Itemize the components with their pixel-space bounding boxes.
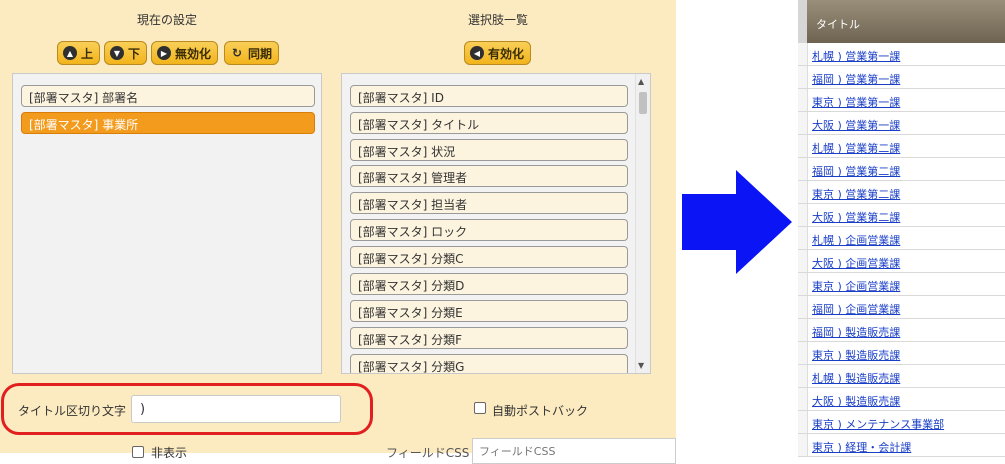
table-row: 東京 ) 製造販売課 <box>798 342 1005 365</box>
chevron-down-icon: ▼ <box>110 46 124 60</box>
highlight-outline <box>1 383 373 435</box>
auto-postback-label: 自動ポストバック <box>492 404 589 418</box>
table-row: 福岡 ) 営業第一課 <box>798 66 1005 89</box>
table-row: 東京 ) 営業第二課 <box>798 181 1005 204</box>
grid-header[interactable]: タイトル <box>798 0 1005 43</box>
row-link[interactable]: 大阪 ) 営業第一課 <box>812 117 900 133</box>
chevron-right-icon: ▶ <box>157 46 171 60</box>
choices-scrollbar[interactable]: ▲ ▼ <box>635 74 650 373</box>
current-item-busho-name[interactable]: [部署マスタ] 部署名 <box>21 85 315 107</box>
row-link[interactable]: 東京 ) 営業第二課 <box>812 186 900 202</box>
choice-item[interactable]: [部署マスタ] 分類C <box>350 246 628 268</box>
row-stub <box>798 388 808 410</box>
scroll-up-icon[interactable]: ▲ <box>638 77 644 86</box>
table-row: 福岡 ) 製造販売課 <box>798 319 1005 342</box>
row-link[interactable]: 札幌 ) 製造販売課 <box>812 370 900 386</box>
scroll-down-icon[interactable]: ▼ <box>638 361 644 370</box>
grid-header-stub <box>798 0 807 43</box>
row-stub <box>798 411 808 433</box>
table-row: 札幌 ) 営業第二課 <box>798 135 1005 158</box>
choice-item[interactable]: [部署マスタ] ロック <box>350 219 628 241</box>
table-row: 札幌 ) 製造販売課 <box>798 365 1005 388</box>
up-button[interactable]: ▲ 上 <box>57 41 101 65</box>
choice-item[interactable]: [部署マスタ] 分類D <box>350 273 628 295</box>
result-grid: タイトル 札幌 ) 営業第一課 福岡 ) 営業第一課 東京 ) 営業第一課 大阪… <box>798 0 1005 457</box>
chevron-up-icon: ▲ <box>63 46 77 60</box>
row-stub <box>798 273 808 295</box>
row-link[interactable]: 大阪 ) 企画営業課 <box>812 255 900 271</box>
row-stub <box>798 66 808 88</box>
row-stub <box>798 204 808 226</box>
enable-button[interactable]: ◀ 有効化 <box>464 41 532 65</box>
table-row: 札幌 ) 営業第一課 <box>798 43 1005 66</box>
row-link[interactable]: 大阪 ) 製造販売課 <box>812 393 900 409</box>
current-settings-title: 現在の設定 <box>137 13 198 27</box>
row-link[interactable]: 札幌 ) 営業第一課 <box>812 48 900 64</box>
disable-button[interactable]: ▶ 無効化 <box>151 41 219 65</box>
choice-item[interactable]: [部署マスタ] 担当者 <box>350 192 628 214</box>
row-stub <box>798 158 808 180</box>
choice-item[interactable]: [部署マスタ] 分類F <box>350 327 628 349</box>
down-button-label: 下 <box>128 46 141 61</box>
table-row: 東京 ) 営業第一課 <box>798 89 1005 112</box>
up-button-label: 上 <box>81 46 94 61</box>
choices-title: 選択肢一覧 <box>468 13 529 27</box>
hidden-checkbox[interactable] <box>132 446 144 458</box>
table-row: 福岡 ) 営業第二課 <box>798 158 1005 181</box>
current-settings-list[interactable]: [部署マスタ] 部署名 [部署マスタ] 事業所 <box>12 73 322 374</box>
column-settings-panel: 現在の設定 選択肢一覧 ▲ 上 ▼ 下 ▶ 無効化 ↻ 同期 ◀ 有効化 [部署… <box>0 0 676 464</box>
arrow-right-icon <box>682 170 792 274</box>
table-row: 東京 ) 企画営業課 <box>798 273 1005 296</box>
auto-postback-checkbox[interactable] <box>474 402 486 414</box>
sync-icon: ↻ <box>231 46 243 60</box>
table-row: 大阪 ) 製造販売課 <box>798 388 1005 411</box>
table-row: 東京 ) 経理・会計課 <box>798 434 1005 457</box>
table-row: 東京 ) メンテナンス事業部 <box>798 411 1005 434</box>
row-stub <box>798 112 808 134</box>
scroll-thumb[interactable] <box>639 92 647 114</box>
row-link[interactable]: 福岡 ) 営業第一課 <box>812 71 900 87</box>
row-stub <box>798 181 808 203</box>
disable-button-label: 無効化 <box>175 46 212 61</box>
row-link[interactable]: 東京 ) 企画営業課 <box>812 278 900 294</box>
current-item-office[interactable]: [部署マスタ] 事業所 <box>21 112 315 134</box>
choice-item[interactable]: [部署マスタ] 分類E <box>350 300 628 322</box>
enable-button-label: 有効化 <box>488 46 525 61</box>
table-row: 福岡 ) 企画営業課 <box>798 296 1005 319</box>
table-row: 札幌 ) 企画営業課 <box>798 227 1005 250</box>
row-stub <box>798 89 808 111</box>
row-link[interactable]: 福岡 ) 営業第二課 <box>812 163 900 179</box>
table-row: 大阪 ) 営業第二課 <box>798 204 1005 227</box>
row-stub <box>798 342 808 364</box>
choice-item[interactable]: [部署マスタ] 管理者 <box>350 165 628 187</box>
table-row: 大阪 ) 企画営業課 <box>798 250 1005 273</box>
row-link[interactable]: 福岡 ) 企画営業課 <box>812 301 900 317</box>
row-link[interactable]: 東京 ) 製造販売課 <box>812 347 900 363</box>
row-link[interactable]: 札幌 ) 企画営業課 <box>812 232 900 248</box>
row-stub <box>798 43 808 65</box>
sync-button[interactable]: ↻ 同期 <box>224 41 280 65</box>
row-stub <box>798 319 808 341</box>
row-link[interactable]: 福岡 ) 製造販売課 <box>812 324 900 340</box>
row-stub <box>798 135 808 157</box>
down-button[interactable]: ▼ 下 <box>104 41 148 65</box>
field-css-input[interactable] <box>472 438 676 464</box>
row-link[interactable]: 大阪 ) 営業第二課 <box>812 209 900 225</box>
choice-item[interactable]: [部署マスタ] 分類G <box>350 354 628 373</box>
choice-item[interactable]: [部署マスタ] タイトル <box>350 112 628 134</box>
choice-item[interactable]: [部署マスタ] 状況 <box>350 139 628 161</box>
grid-header-title: タイトル <box>816 18 860 31</box>
choice-item[interactable]: [部署マスタ] ID <box>350 85 628 107</box>
row-stub <box>798 365 808 387</box>
row-stub <box>798 250 808 272</box>
row-stub <box>798 296 808 318</box>
row-link[interactable]: 東京 ) 営業第一課 <box>812 94 900 110</box>
row-link[interactable]: 札幌 ) 営業第二課 <box>812 140 900 156</box>
sync-button-label: 同期 <box>248 46 273 61</box>
choices-list[interactable]: [部署マスタ] ID [部署マスタ] タイトル [部署マスタ] 状況 [部署マス… <box>341 73 651 374</box>
row-link[interactable]: 東京 ) メンテナンス事業部 <box>812 416 944 432</box>
table-row: 大阪 ) 営業第一課 <box>798 112 1005 135</box>
chevron-left-icon: ◀ <box>470 46 484 60</box>
row-stub <box>798 227 808 249</box>
